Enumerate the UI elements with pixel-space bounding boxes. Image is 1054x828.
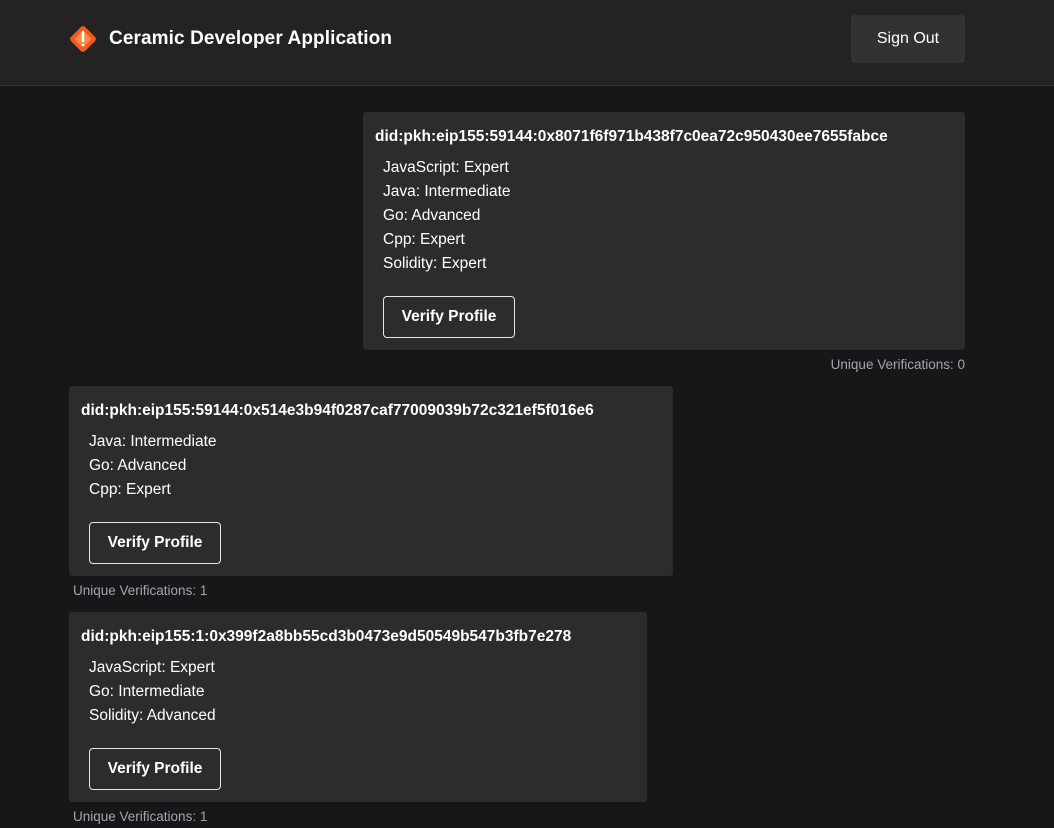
skill-item: Go: Advanced xyxy=(383,207,481,224)
skill-item: Solidity: Expert xyxy=(383,255,487,272)
verify-profile-button[interactable]: Verify Profile xyxy=(383,296,515,338)
skill-item: Java: Intermediate xyxy=(383,183,511,200)
skill-item: Cpp: Expert xyxy=(89,481,171,498)
skill-item: Solidity: Advanced xyxy=(89,707,216,724)
skill-item: JavaScript: Expert xyxy=(89,659,215,676)
verify-profile-button[interactable]: Verify Profile xyxy=(89,522,221,564)
profile-card: did:pkh:eip155:59144:0x514e3b94f0287caf7… xyxy=(69,386,673,576)
skill-item: Java: Intermediate xyxy=(89,433,217,450)
profile-did: did:pkh:eip155:59144:0x8071f6f971b438f7c… xyxy=(375,128,888,145)
skill-item: Cpp: Expert xyxy=(383,231,465,248)
profile-card: did:pkh:eip155:59144:0x8071f6f971b438f7c… xyxy=(363,112,965,350)
app-header: Ceramic Developer Application Sign Out xyxy=(0,0,1054,86)
skill-item: JavaScript: Expert xyxy=(383,159,509,176)
skill-item: Go: Intermediate xyxy=(89,683,205,700)
profile-did: did:pkh:eip155:59144:0x514e3b94f0287caf7… xyxy=(81,402,594,419)
unique-verifications-count: Unique Verifications: 1 xyxy=(73,809,208,824)
ceramic-logo-icon xyxy=(70,26,96,52)
unique-verifications-count: Unique Verifications: 0 xyxy=(830,357,965,372)
app-title: Ceramic Developer Application xyxy=(109,28,393,49)
unique-verifications-count: Unique Verifications: 1 xyxy=(73,583,208,598)
skill-item: Go: Advanced xyxy=(89,457,187,474)
verify-profile-button[interactable]: Verify Profile xyxy=(89,748,221,790)
sign-out-button[interactable]: Sign Out xyxy=(851,15,965,63)
profile-card: did:pkh:eip155:1:0x399f2a8bb55cd3b0473e9… xyxy=(69,612,647,802)
profile-did: did:pkh:eip155:1:0x399f2a8bb55cd3b0473e9… xyxy=(81,628,572,645)
